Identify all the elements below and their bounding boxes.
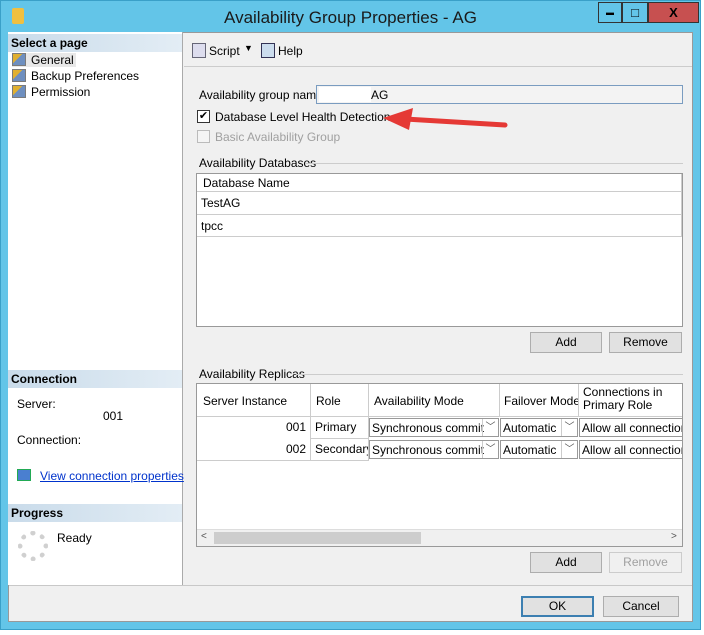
databases-grid[interactable]: Database Name TestAG tpcc (196, 173, 683, 327)
database-row[interactable]: TestAG (197, 192, 682, 215)
availability-databases-header: Availability Databases (199, 156, 317, 170)
script-icon (192, 43, 206, 58)
progress-status: Ready (57, 531, 92, 545)
help-icon (261, 43, 275, 58)
replica-instance[interactable]: 002 (197, 439, 311, 461)
page-icon (12, 53, 26, 66)
maximize-button[interactable]: □ (622, 2, 648, 23)
server-label: Server: (17, 397, 56, 411)
database-row[interactable]: tpcc (197, 215, 682, 237)
availability-mode-select[interactable]: Synchronous commit ﹀ (369, 418, 499, 437)
connection-header: Connection (8, 370, 182, 388)
progress-header: Progress (8, 504, 182, 522)
remove-database-button[interactable]: Remove (609, 332, 682, 353)
help-button[interactable]: Help (261, 43, 303, 58)
ag-name-label: Availability group name: (199, 88, 327, 102)
chevron-down-icon[interactable]: ﹀ (482, 419, 498, 436)
remove-replica-button[interactable]: Remove (609, 552, 682, 573)
page-icon (12, 69, 26, 82)
chevron-down-icon[interactable]: ﹀ (482, 441, 498, 458)
replicas-grid[interactable]: Server Instance Role Availability Mode F… (196, 383, 683, 547)
sidebar (8, 32, 183, 585)
column-header-role[interactable]: Role (311, 384, 369, 417)
availability-replicas-header: Availability Replicas (199, 367, 305, 381)
add-database-button[interactable]: Add (530, 332, 602, 353)
horizontal-scrollbar[interactable]: < > (197, 529, 682, 546)
server-value: 001 (103, 409, 124, 423)
replica-instance[interactable]: 001 (197, 417, 311, 439)
replica-role[interactable]: Primary (311, 417, 369, 439)
replica-role[interactable]: Secondary (311, 439, 369, 461)
ag-name-input[interactable]: AG (316, 85, 683, 104)
view-connection-properties-link[interactable]: View connection properties (40, 469, 184, 483)
availability-mode-select[interactable]: Synchronous commit ﹀ (369, 440, 499, 459)
chevron-down-icon[interactable]: ﹀ (561, 441, 577, 458)
db-health-checkbox[interactable]: ✔ (197, 110, 210, 123)
basic-ag-checkbox[interactable] (197, 130, 210, 143)
connection-label: Connection: (17, 433, 82, 447)
failover-mode-select[interactable]: Automatic ﹀ (500, 418, 578, 437)
db-health-label: Database Level Health Detection (215, 110, 391, 124)
scroll-left-icon[interactable]: < (201, 531, 207, 542)
script-button[interactable]: Script (192, 43, 240, 58)
basic-ag-label: Basic Availability Group (215, 130, 341, 144)
sidebar-item-backup-preferences[interactable]: Backup Preferences (12, 69, 139, 83)
column-header-availability-mode[interactable]: Availability Mode (369, 384, 500, 417)
connections-primary-select[interactable]: Allow all connections (579, 440, 682, 459)
add-replica-button[interactable]: Add (530, 552, 602, 573)
window-title: Availability Group Properties - AG (224, 8, 477, 27)
page-icon (12, 85, 26, 98)
sidebar-item-permission[interactable]: Permission (12, 85, 90, 99)
connections-primary-select[interactable]: Allow all connections (579, 418, 682, 437)
divider (296, 374, 683, 375)
cancel-button[interactable]: Cancel (603, 596, 679, 617)
red-arrow-annotation (383, 108, 508, 130)
divider (9, 585, 692, 586)
select-page-header: Select a page (8, 34, 182, 52)
failover-mode-select[interactable]: Automatic ﹀ (500, 440, 578, 459)
connection-properties-icon (17, 469, 31, 481)
column-header-connections-primary[interactable]: Connections in Primary Role (579, 384, 682, 417)
column-header-failover-mode[interactable]: Failover Mode (500, 384, 579, 417)
divider (305, 163, 683, 164)
sidebar-item-general[interactable]: General (12, 53, 76, 67)
minimize-button[interactable]: ▬ (598, 2, 622, 23)
column-header-server-instance[interactable]: Server Instance (197, 384, 311, 417)
scrollbar-thumb[interactable] (214, 532, 421, 544)
ok-button[interactable]: OK (521, 596, 594, 617)
scroll-right-icon[interactable]: > (671, 531, 677, 542)
close-button[interactable]: X (648, 2, 699, 23)
chevron-down-icon[interactable]: ﹀ (561, 419, 577, 436)
progress-spinner-icon (18, 531, 48, 561)
script-dropdown-icon[interactable]: ▼ (244, 43, 253, 53)
column-header-database-name[interactable]: Database Name (197, 174, 682, 192)
